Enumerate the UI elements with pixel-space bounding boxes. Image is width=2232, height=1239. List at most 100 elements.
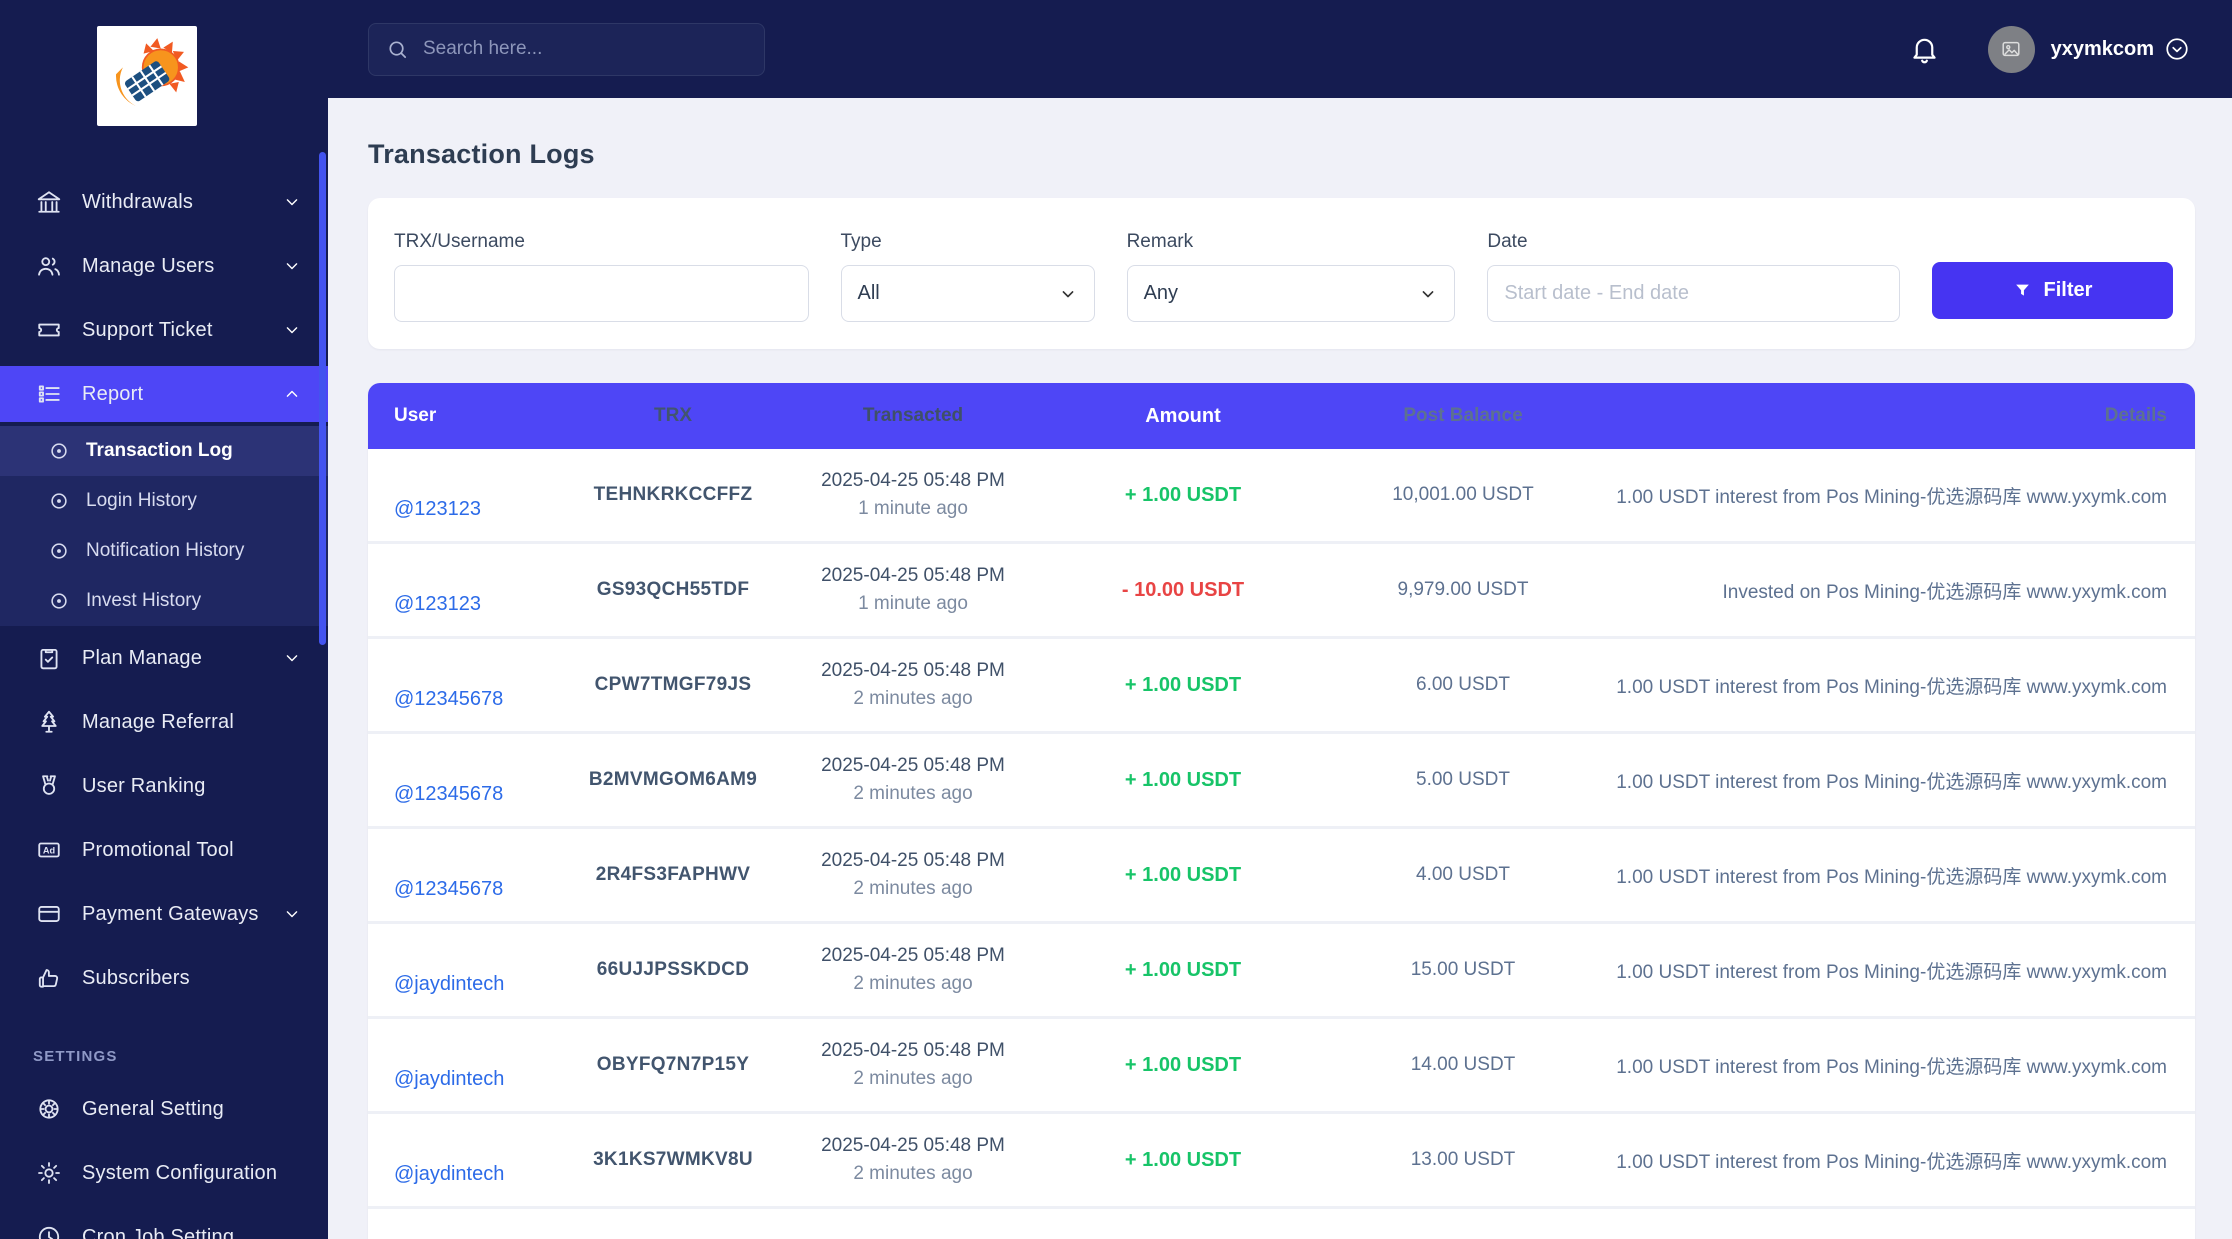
sidebar-subitem-invest-history[interactable]: Invest History [0,576,328,626]
app-logo[interactable] [97,26,197,126]
sidebar-item-support-ticket[interactable]: Support Ticket [0,298,328,362]
user-link[interactable]: @12345678 [394,688,503,711]
user-link[interactable]: @123123 [394,498,481,521]
amount: - 10.00 USDT [1121,578,1245,601]
medal-icon [36,773,62,799]
user-cell: @12345678 [368,864,568,900]
chevron-down-icon [282,320,302,340]
sidebar-subitem-label: Login History [86,490,197,511]
field-trx-username: TRX/Username [394,231,809,349]
sidebar-subitem-login-history[interactable]: Login History [0,476,328,526]
filter-button[interactable]: Filter [1931,262,2174,319]
trx-code: OBYFQ7N7P15Y [596,1054,750,1075]
transacted-ago: 2 minutes ago [853,1163,973,1184]
user-cell: @12345678 [368,769,568,805]
user-link[interactable]: @123123 [394,593,481,616]
table-row: @123123 GS93QCH55TDF 2025-04-25 05:48 PM 1 … [368,544,2195,639]
trx-username-input[interactable] [394,265,809,322]
type-select[interactable]: All [840,265,1095,322]
table-row: @12345678 2R4FS3FAPHWV 2025-04-25 05:48 PM… [368,829,2195,924]
table-row: @12345678 B2MVMGOM6AM9 2025-04-25 05:48 PM… [368,734,2195,829]
thumbs-up-icon [36,965,62,991]
sidebar-subitem-notification-history[interactable]: Notification History [0,526,328,576]
user-link[interactable]: @12345678 [394,783,503,806]
amount: + 1.00 USDT [1124,673,1242,696]
column-header-trx: TRX [654,405,692,426]
field-remark: Remark Any [1126,231,1456,349]
sidebar-item-withdrawals[interactable]: Withdrawals [0,170,328,234]
transacted-date: 2025-04-25 05:48 PM [821,850,1005,872]
details: 1.00 USDT interest from Pos Mining-优选源码库… [1616,676,2167,698]
funnel-icon [2015,284,2029,296]
user-link[interactable]: @12345678 [394,878,503,901]
sidebar-item-subscribers[interactable]: Subscribers [0,946,328,1010]
date-range-input[interactable] [1487,265,1900,322]
sidebar-item-label: General Setting [82,1097,224,1120]
submenu-report: Transaction Log Login History Notification… [0,426,328,626]
sidebar-item-user-ranking[interactable]: User Ranking [0,754,328,818]
circle-dot-icon [48,440,70,462]
sidebar-subitem-label: Transaction Log [86,440,233,461]
trx-code: B2MVMGOM6AM9 [588,769,758,790]
sidebar-scrollbar[interactable] [319,152,326,645]
sidebar: Withdrawals Manage Users Support Ticket Rep… [0,0,328,1239]
username[interactable]: yxymkcom [2051,38,2154,61]
transacted-ago: 1 minute ago [858,498,968,519]
details: 1.00 USDT interest from Pos Mining-优选源码库… [1616,1151,2167,1173]
topbar: yxymkcom [328,0,2232,98]
user-link[interactable]: @jaydintech [394,1068,504,1091]
table-row: @12345678 CPW7TMGF79JS 2025-04-25 05:48 PM… [368,639,2195,734]
sidebar-item-general-setting[interactable]: General Setting [0,1077,328,1141]
sidebar-item-label: System Configuration [82,1161,278,1184]
details: 1.00 USDT interest from Pos Mining-优选源码库… [1616,1056,2167,1078]
sidebar-item-system-configuration[interactable]: System Configuration [0,1141,328,1205]
sidebar-subitem-transaction-log[interactable]: Transaction Log [0,426,328,476]
column-header-user: User [394,405,437,426]
transacted-ago: 2 minutes ago [853,878,973,899]
post-balance: 14.00 USDT [1410,1054,1516,1075]
sidebar-item-payment-gateways[interactable]: Payment Gateways [0,882,328,946]
sidebar-item-label: Payment Gateways [82,902,259,925]
trx-code: GS93QCH55TDF [596,579,750,600]
transacted-ago: 2 minutes ago [853,1068,973,1089]
circle-dot-icon [48,540,70,562]
amount: + 1.00 USDT [1124,768,1242,791]
sidebar-item-plan-manage[interactable]: Plan Manage [0,626,328,690]
column-header-transacted: Transacted [862,405,964,427]
profile-chevron-down-icon[interactable] [2164,36,2190,62]
search-box [368,22,765,76]
trx-code: 66UJJPSSKDCD [596,959,750,980]
transacted-date: 2025-04-25 05:48 PM [821,755,1005,777]
user-cell: @12345678 [368,674,568,710]
user-link[interactable]: @jaydintech [394,973,504,996]
avatar[interactable] [1987,25,2035,73]
table-row: @jaydintech OBYFQ7N7P15Y 2025-04-25 05:48 … [368,1019,2195,1114]
sidebar-item-manage-referral[interactable]: Manage Referral [0,690,328,754]
field-date: Date [1487,231,1900,349]
chevron-down-icon [1062,290,1073,297]
sidebar-item-label: Plan Manage [82,646,203,669]
sidebar-item-promotional-tool[interactable]: Ad Promotional Tool [0,818,328,882]
chevron-down-icon [1422,290,1434,297]
remark-select[interactable]: Any [1126,265,1456,322]
transacted-ago: 2 minutes ago [853,688,973,709]
chevron-down-icon [282,648,302,668]
credit-card-icon [36,901,62,927]
transacted-cell: 2025-04-25 05:48 PM 2 minutes ago [778,942,1048,997]
search-input[interactable] [368,22,765,76]
notification-bell-icon[interactable] [1909,34,1940,65]
amount: + 1.00 USDT [1124,958,1242,981]
app-root: Withdrawals Manage Users Support Ticket Rep… [0,0,2232,1239]
chevron-down-icon [282,256,302,276]
transacted-date: 2025-04-25 05:48 PM [821,470,1005,492]
chevron-up-icon [282,384,302,404]
sidebar-item-report[interactable]: Report [0,366,328,422]
chevron-down-icon [282,904,302,924]
remark-select-value: Any [1143,282,1179,304]
sidebar-nav: Withdrawals Manage Users Support Ticket Rep… [0,170,328,1239]
content: Transaction Logs TRX/Username Type All R… [328,98,2232,1239]
user-link[interactable]: @jaydintech [394,1163,504,1186]
sidebar-item-manage-users[interactable]: Manage Users [0,234,328,298]
sidebar-item-cron-job-setting[interactable]: Cron Job Setting [0,1205,328,1239]
amount: + 1.00 USDT [1124,1053,1242,1076]
